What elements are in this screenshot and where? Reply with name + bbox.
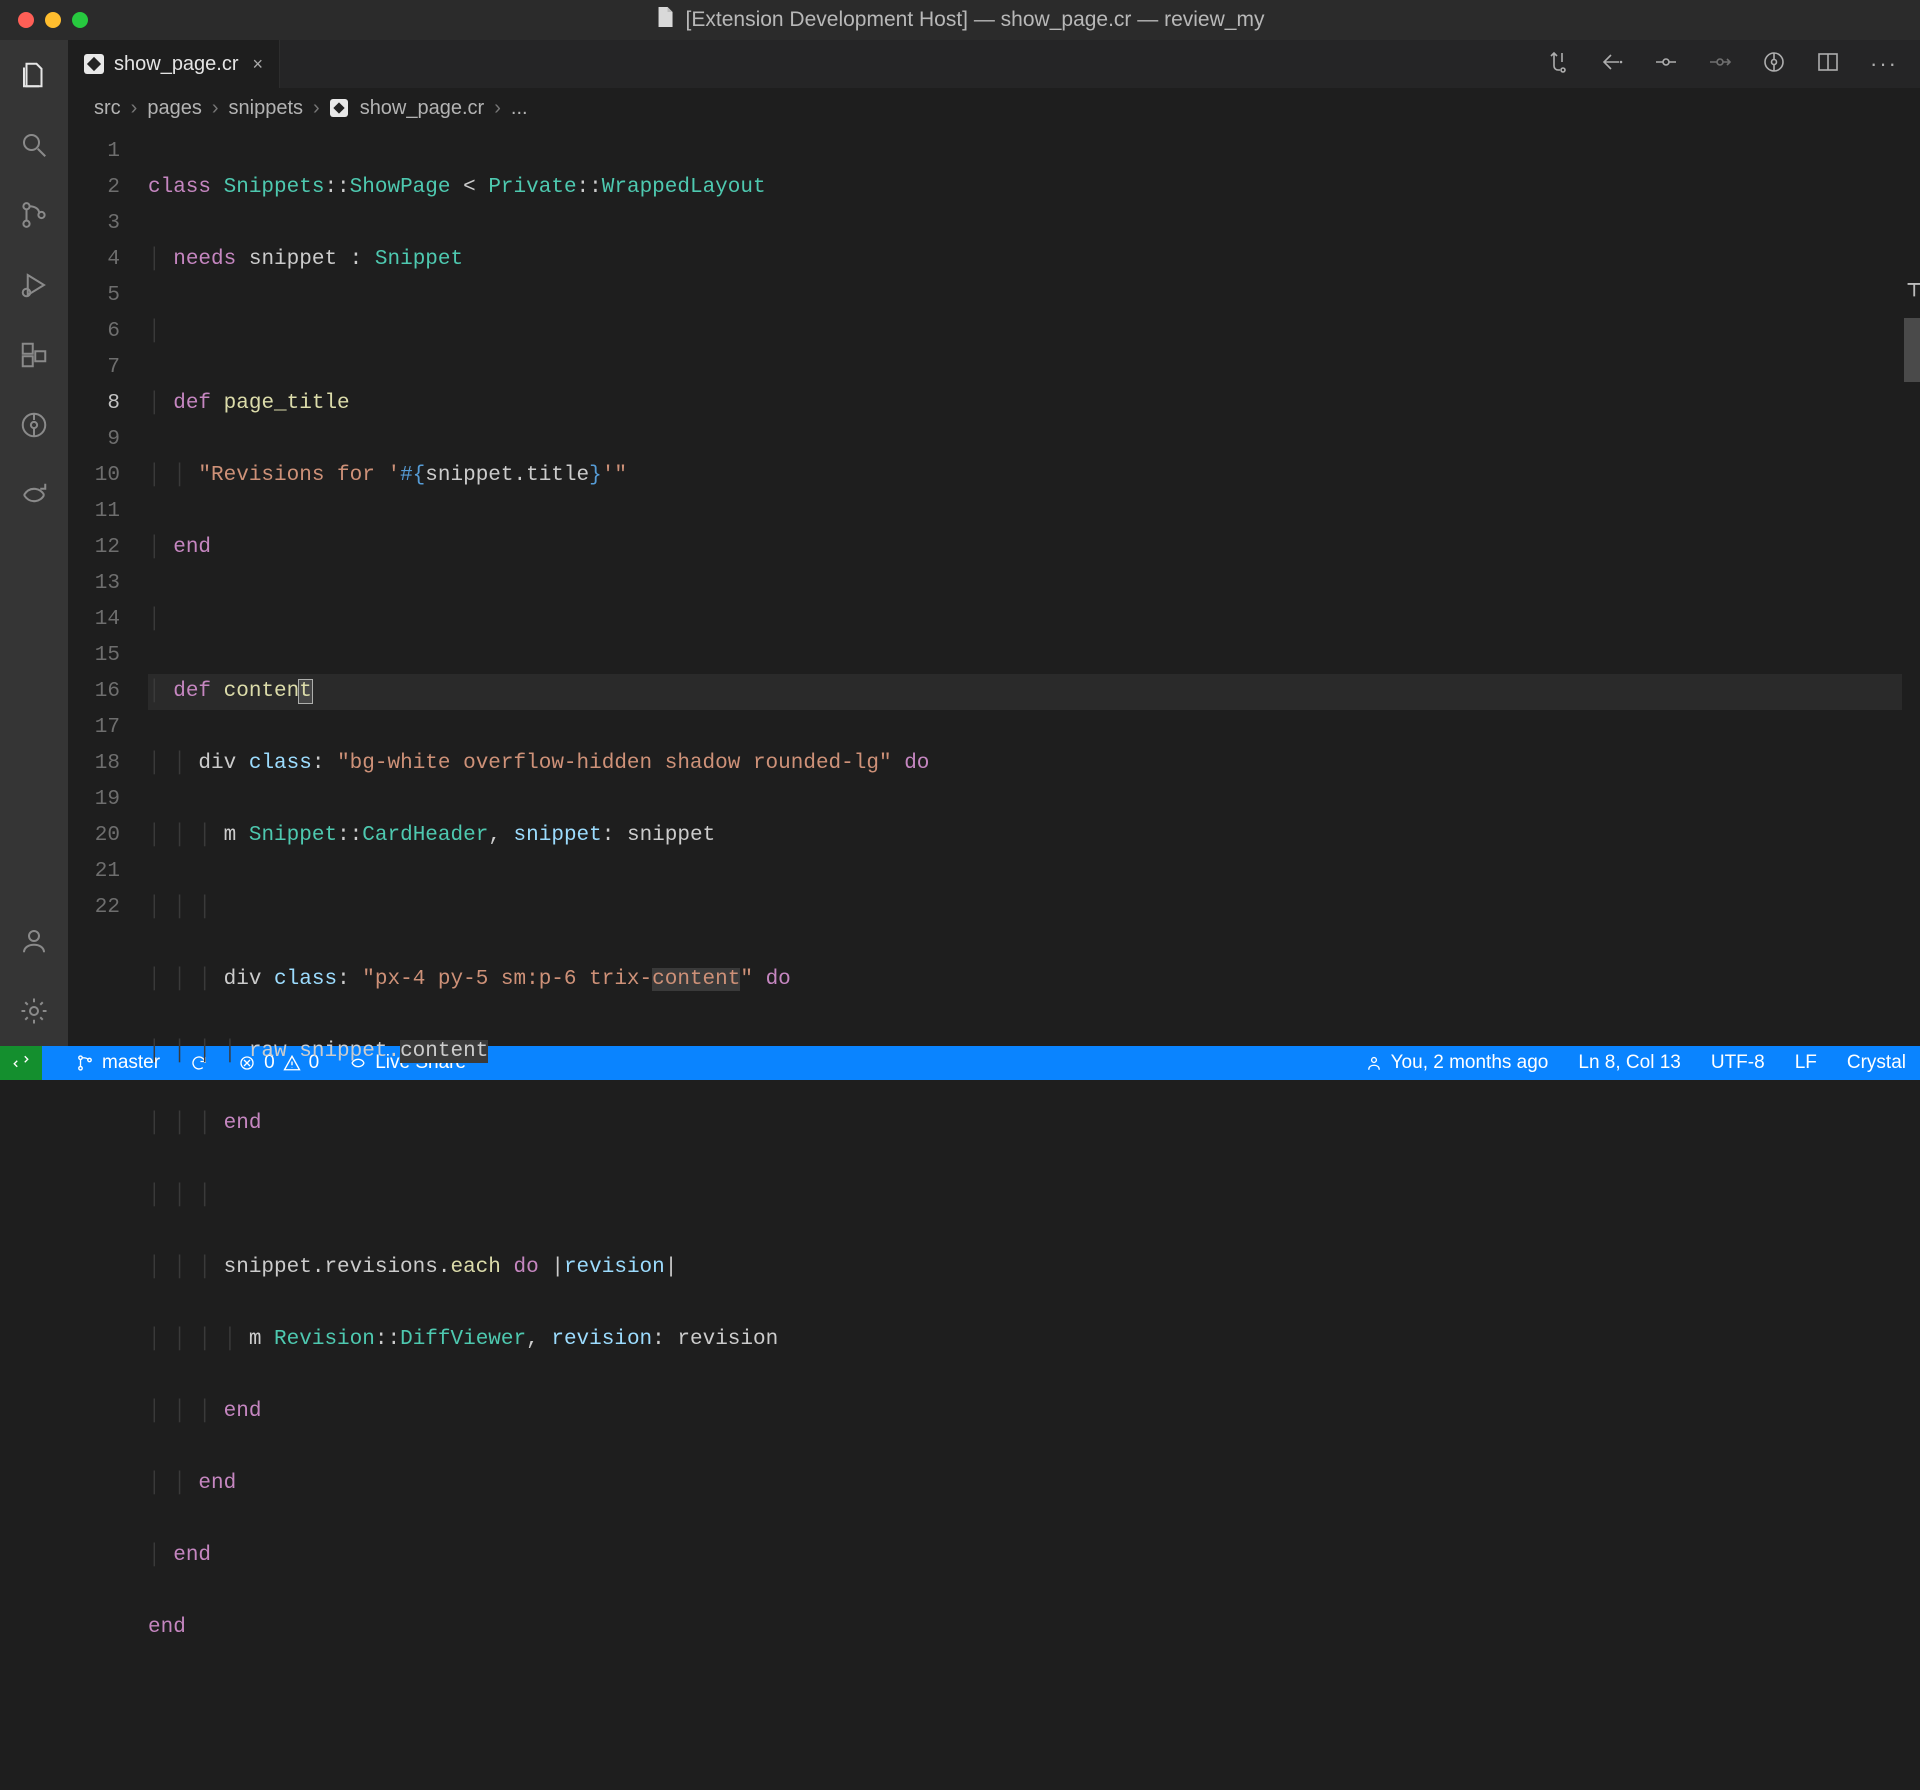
breadcrumb-item[interactable]: pages [147,97,202,120]
tab-show-page[interactable]: show_page.cr × [68,40,280,88]
crystal-file-icon [84,54,104,74]
breadcrumb-item[interactable]: snippets [229,97,304,120]
title-bar: [Extension Development Host] — show_page… [0,0,1920,40]
crystal-file-icon [330,99,348,117]
close-tab-icon[interactable]: × [253,54,264,75]
chevron-right-icon: › [131,97,138,120]
more-actions-icon[interactable]: ··· [1870,51,1898,77]
liveshare-activity-icon[interactable] [17,478,51,512]
chevron-right-icon: › [494,97,501,120]
overview-ruler[interactable]: ⊤ [1902,128,1920,1046]
go-back-icon[interactable] [1600,50,1624,79]
gitlens-icon[interactable] [17,408,51,442]
editor-actions: ··· [1546,40,1920,88]
breadcrumb[interactable]: src › pages › snippets › show_page.cr › … [68,88,1920,128]
search-icon[interactable] [17,128,51,162]
next-commit-icon[interactable] [1708,50,1732,79]
settings-gear-icon[interactable] [17,994,51,1028]
account-icon[interactable] [17,924,51,958]
breadcrumb-item[interactable]: ... [511,97,528,120]
activity-bar [0,40,68,1046]
tab-label: show_page.cr [114,53,239,76]
window-title: [Extension Development Host] — show_page… [686,8,1265,32]
run-debug-icon[interactable] [17,268,51,302]
editor-pane[interactable]: 1 2 3 4 5 6 7 8 9 10 11 12 13 14 15 16 1… [68,128,1920,1046]
chevron-right-icon: › [313,97,320,120]
code-content[interactable]: class Snippets::ShowPage < Private::Wrap… [148,128,1902,1046]
maximize-window-button[interactable] [72,12,88,28]
breadcrumb-item[interactable]: src [94,97,121,120]
remote-button[interactable] [0,1046,42,1080]
prev-commit-icon[interactable] [1654,50,1678,79]
chevron-right-icon: › [212,97,219,120]
extensions-icon[interactable] [17,338,51,372]
tab-bar: show_page.cr × [68,40,1920,88]
close-window-button[interactable] [18,12,34,28]
split-editor-icon[interactable] [1816,50,1840,79]
compare-changes-icon[interactable] [1546,50,1570,79]
line-gutter: 1 2 3 4 5 6 7 8 9 10 11 12 13 14 15 16 1… [68,128,148,1046]
window-controls [0,12,88,28]
source-control-icon[interactable] [17,198,51,232]
file-annotations-icon[interactable] [1762,50,1786,79]
explorer-icon[interactable] [17,58,51,92]
ruler-marker-icon: ⊤ [1906,280,1920,301]
minimize-window-button[interactable] [45,12,61,28]
file-icon [656,5,676,35]
breadcrumb-item[interactable]: show_page.cr [360,97,485,120]
scrollbar-thumb[interactable] [1904,318,1920,382]
